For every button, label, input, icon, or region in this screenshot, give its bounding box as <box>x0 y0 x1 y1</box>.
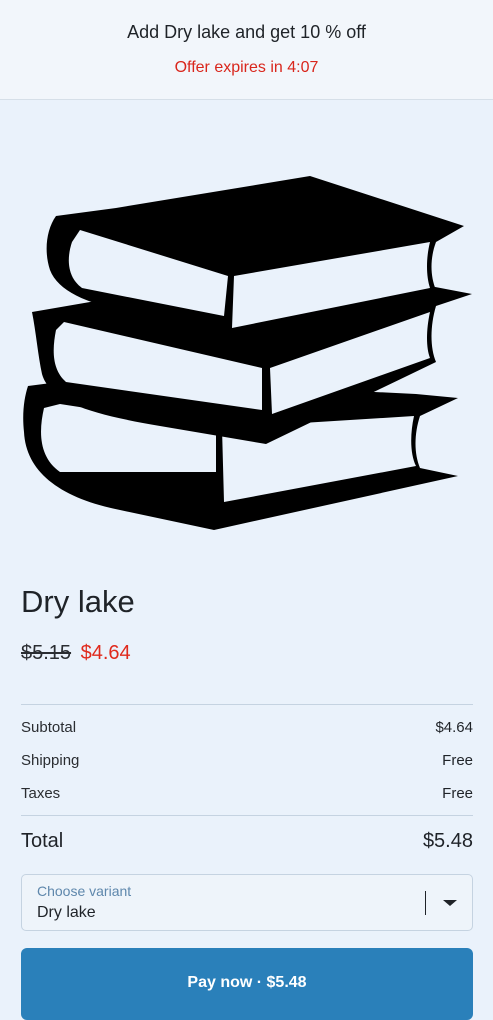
sale-price: $4.64 <box>80 642 131 664</box>
divider <box>21 815 473 816</box>
pay-now-button[interactable]: Pay now · $5.48 <box>21 948 473 1020</box>
select-separator <box>425 891 426 915</box>
subtotal-label: Subtotal <box>21 719 77 736</box>
shipping-value: Free <box>442 752 473 769</box>
books-stack-icon <box>23 176 472 530</box>
variant-select[interactable]: Choose variant Dry lake <box>21 874 473 931</box>
product-name: Dry lake <box>21 584 135 619</box>
offer-title: Add Dry lake and get 10 % off <box>127 22 366 42</box>
total-label: Total <box>21 830 64 852</box>
taxes-value: Free <box>442 785 473 802</box>
shipping-label: Shipping <box>21 752 80 769</box>
offer-banner: Add Dry lake and get 10 % off Offer expi… <box>0 0 493 100</box>
subtotal-row: Subtotal $4.64 <box>21 719 473 739</box>
variant-select-value: Dry lake <box>37 904 96 921</box>
shipping-row: Shipping Free <box>21 752 473 772</box>
taxes-row: Taxes Free <box>21 785 473 805</box>
divider <box>21 704 473 705</box>
chevron-down-icon[interactable] <box>441 898 459 908</box>
variant-select-label: Choose variant <box>37 883 132 899</box>
offer-timer: Offer expires in 4:07 <box>174 59 319 76</box>
subtotal-value: $4.64 <box>435 719 473 736</box>
total-row: Total $5.48 <box>21 830 473 856</box>
total-value: $5.48 <box>422 830 473 852</box>
taxes-label: Taxes <box>21 785 61 802</box>
price-row: $5.15 $4.64 <box>21 642 131 665</box>
original-price: $5.15 <box>21 642 72 664</box>
